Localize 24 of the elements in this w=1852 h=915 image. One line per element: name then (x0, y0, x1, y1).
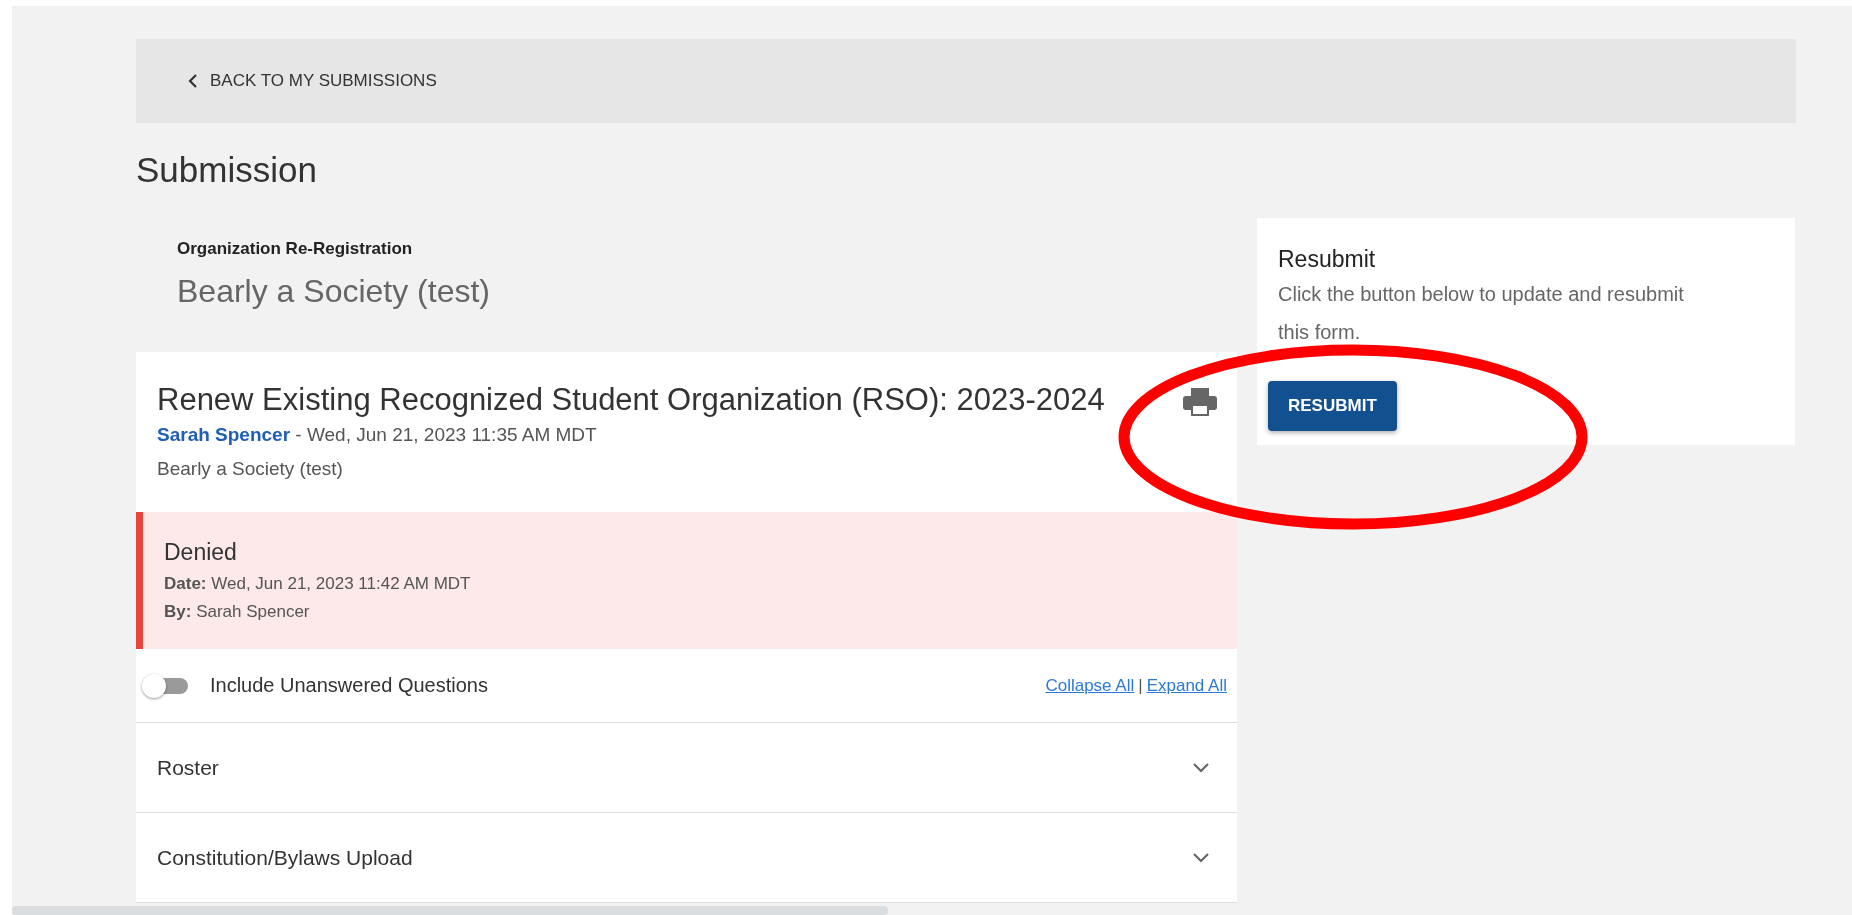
print-icon[interactable] (1183, 388, 1217, 416)
author-link[interactable]: Sarah Spencer (157, 424, 291, 445)
organization-name: Bearly a Society (test) (157, 458, 344, 480)
status-date: Date: Wed, Jun 21, 2023 11:42 AM MDT (164, 574, 472, 594)
expand-all-link[interactable]: Expand All (1146, 675, 1227, 696)
chevron-down-icon (1193, 852, 1209, 863)
organization-name: Bearly a Society (test) (177, 273, 491, 310)
section-header[interactable]: Roster (136, 723, 1237, 813)
status-reviewer: By: Sarah Spencer (164, 602, 311, 622)
toggle-label: Include Unanswered Questions (210, 674, 488, 697)
panel-title: Resubmit (1278, 246, 1377, 273)
chevron-left-icon (188, 74, 198, 88)
status-label: Denied (164, 539, 238, 566)
collapse-all-link[interactable]: Collapse All (1045, 675, 1135, 696)
resubmit-button[interactable]: RESUBMIT (1268, 381, 1397, 431)
submission-title: Renew Existing Recognized Student Organization (RSO): 2023-2024 (157, 382, 1105, 418)
back-link[interactable]: BACK TO MY SUBMISSIONS (188, 71, 437, 91)
submission-date: - Wed, Jun 21, 2023 11:35 AM MDT (295, 424, 597, 445)
chevron-down-icon (1193, 762, 1209, 773)
page-title: Submission (136, 150, 318, 190)
separator: | (1138, 675, 1143, 696)
panel-text: Click the button below to update and resubmit this form. (1278, 282, 1685, 345)
section-header[interactable]: Constitution/Bylaws Upload (136, 813, 1237, 903)
form-type-label: Organization Re-Registration (177, 239, 414, 259)
